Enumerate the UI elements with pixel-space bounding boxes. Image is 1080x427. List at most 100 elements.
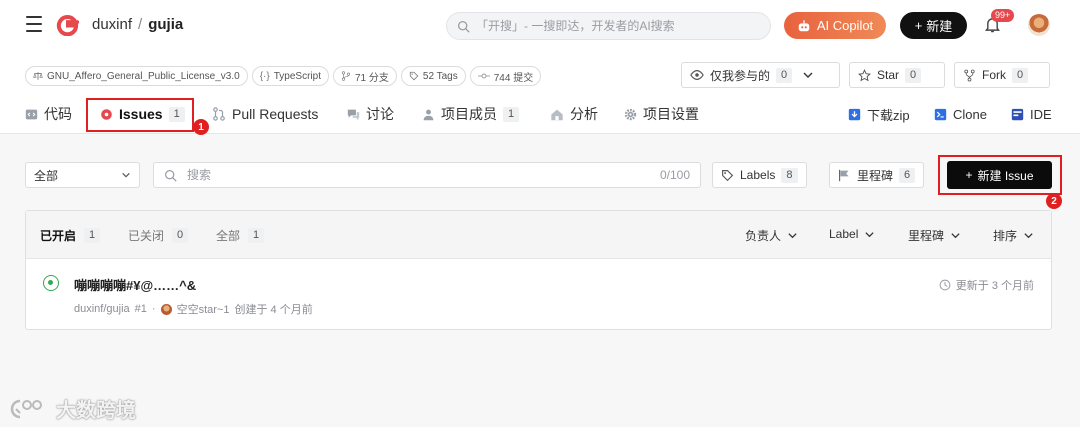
issue-repo[interactable]: duxinf/gujia (74, 303, 130, 315)
issue-updated-label: 更新于 3 个月前 (955, 280, 1034, 292)
download-zip-button[interactable]: 下载zip (848, 102, 910, 126)
branch-icon (341, 71, 351, 81)
new-button[interactable]: + 新建 (900, 12, 967, 39)
state-all-tab[interactable]: 全部 1 (216, 227, 265, 244)
download-zip-label: 下载zip (867, 107, 910, 123)
tab-analytics[interactable]: 分析 (550, 102, 598, 126)
license-tag[interactable]: GNU_Affero_General_Public_License_v3.0 (25, 66, 248, 86)
tab-members[interactable]: 项目成员 1 (422, 102, 520, 126)
pull-request-icon (213, 107, 225, 121)
watch-label: 仅我参与的 (710, 68, 771, 83)
language-tag[interactable]: {·} TypeScript (251, 66, 329, 86)
avatar[interactable] (1028, 14, 1050, 36)
watch-button[interactable]: 仅我参与的 0 (681, 62, 840, 88)
eye-icon (690, 70, 704, 80)
list-item[interactable]: 嘣嘣嘣嘣#¥@……^& duxinf/gujia #1 · 空空star~1 创… (26, 259, 1051, 329)
tag-icon (722, 169, 734, 181)
notification-badge: 99+ (991, 9, 1015, 22)
annotation-box-new-issue (938, 155, 1062, 195)
breadcrumb-owner[interactable]: duxinf (92, 16, 132, 33)
annotation-marker-1: 1 (193, 119, 209, 135)
menu-icon[interactable] (26, 16, 42, 32)
breadcrumb-repo[interactable]: gujia (148, 16, 183, 33)
assignee-filter[interactable]: 负责人 (745, 227, 798, 244)
state-closed-count: 0 (172, 228, 189, 243)
label-filter[interactable]: Label (829, 227, 875, 241)
tags-label: 52 Tags (422, 70, 458, 82)
branches-tag[interactable]: 71 分支 (332, 66, 397, 86)
annotation-marker-2: 2 (1046, 193, 1062, 209)
scope-select-value: 全部 (34, 168, 59, 183)
tab-pull-requests-label: Pull Requests (232, 106, 319, 122)
tab-discussions[interactable]: 讨论 (347, 102, 394, 126)
tab-code-label: 代码 (44, 106, 72, 122)
milestones-count: 6 (899, 167, 916, 183)
code-icon (25, 109, 38, 119)
search-icon (165, 169, 177, 182)
state-all-count: 1 (248, 228, 265, 243)
tab-code[interactable]: 代码 (25, 102, 72, 126)
issue-author[interactable]: 空空star~1 (177, 301, 230, 317)
ai-copilot-button[interactable]: AI Copilot (784, 12, 886, 39)
star-icon (858, 68, 871, 81)
watermark-logo-icon (10, 399, 42, 418)
issue-search-input[interactable] (187, 168, 607, 182)
download-icon (848, 108, 861, 120)
chevron-down-icon (951, 233, 960, 239)
tab-pull-requests[interactable]: Pull Requests (212, 102, 318, 126)
fork-icon (964, 69, 975, 81)
chevron-down-icon (803, 72, 813, 78)
tab-settings-label: 项目设置 (643, 106, 699, 122)
top-navbar: duxinf / gujia AI Copilot + 新建 99+ (0, 0, 1080, 52)
terminal-icon (934, 108, 947, 120)
issue-list-panel: 已开启 1 已关闭 0 全部 1 负责人 Label 里程碑 排序 嘣嘣嘣嘣#¥… (25, 210, 1052, 330)
search-char-limit: 0/100 (659, 168, 690, 182)
labels-count: 8 (781, 167, 798, 183)
sort-filter[interactable]: 排序 (993, 227, 1034, 244)
milestone-filter[interactable]: 里程碑 (908, 227, 961, 244)
commit-icon (477, 73, 490, 79)
labels-button[interactable]: Labels 8 (712, 162, 807, 188)
code-icon: {·} (259, 70, 270, 82)
milestones-button[interactable]: 里程碑 6 (829, 162, 925, 188)
clone-button[interactable]: Clone (934, 102, 987, 126)
labels-label: Labels (740, 168, 776, 182)
open-issue-icon (43, 275, 59, 291)
tab-settings[interactable]: 项目设置 (624, 102, 699, 126)
scope-select[interactable]: 全部 (25, 162, 140, 188)
tab-members-count: 1 (503, 106, 520, 122)
state-open-tab[interactable]: 已开启 1 (40, 227, 101, 244)
repo-tags: GNU_Affero_General_Public_License_v3.0 {… (25, 66, 542, 86)
fork-button[interactable]: Fork 0 (954, 62, 1050, 88)
milestone-filter-label: 里程碑 (908, 229, 945, 243)
issue-created: 创建于 4 个月前 (234, 304, 313, 316)
ide-label: IDE (1030, 106, 1052, 122)
flag-icon (839, 169, 849, 181)
watermark: 大数跨境 (10, 394, 136, 423)
issue-search[interactable]: 0/100 (153, 162, 701, 188)
search-icon (457, 20, 470, 33)
logo-icon[interactable] (56, 13, 79, 36)
global-search[interactable] (446, 12, 771, 40)
issue-number: #1 (134, 303, 147, 315)
global-search-input[interactable] (476, 19, 756, 33)
star-button[interactable]: Star 0 (849, 62, 945, 88)
milestones-label: 里程碑 (857, 168, 894, 183)
fork-label: Fork (982, 68, 1006, 82)
ai-copilot-label: AI Copilot (816, 18, 874, 33)
assignee-filter-label: 负责人 (745, 229, 782, 243)
star-label: Star (877, 68, 900, 82)
state-closed-tab[interactable]: 已关闭 0 (128, 227, 189, 244)
tab-members-label: 项目成员 (441, 106, 497, 122)
ide-button[interactable]: IDE (1011, 102, 1052, 126)
issue-title[interactable]: 嘣嘣嘣嘣#¥@……^& (74, 275, 196, 294)
state-open-count: 1 (84, 228, 101, 243)
tags-tag[interactable]: 52 Tags (400, 66, 466, 86)
state-closed-label: 已关闭 (128, 229, 165, 243)
plus-icon: + (914, 18, 923, 33)
commits-label: 744 提交 (493, 72, 534, 84)
new-button-label: 新建 (926, 19, 953, 34)
chevron-down-icon (1024, 233, 1033, 239)
commits-tag[interactable]: 744 提交 (469, 66, 542, 86)
license-label: GNU_Affero_General_Public_License_v3.0 (47, 70, 240, 82)
